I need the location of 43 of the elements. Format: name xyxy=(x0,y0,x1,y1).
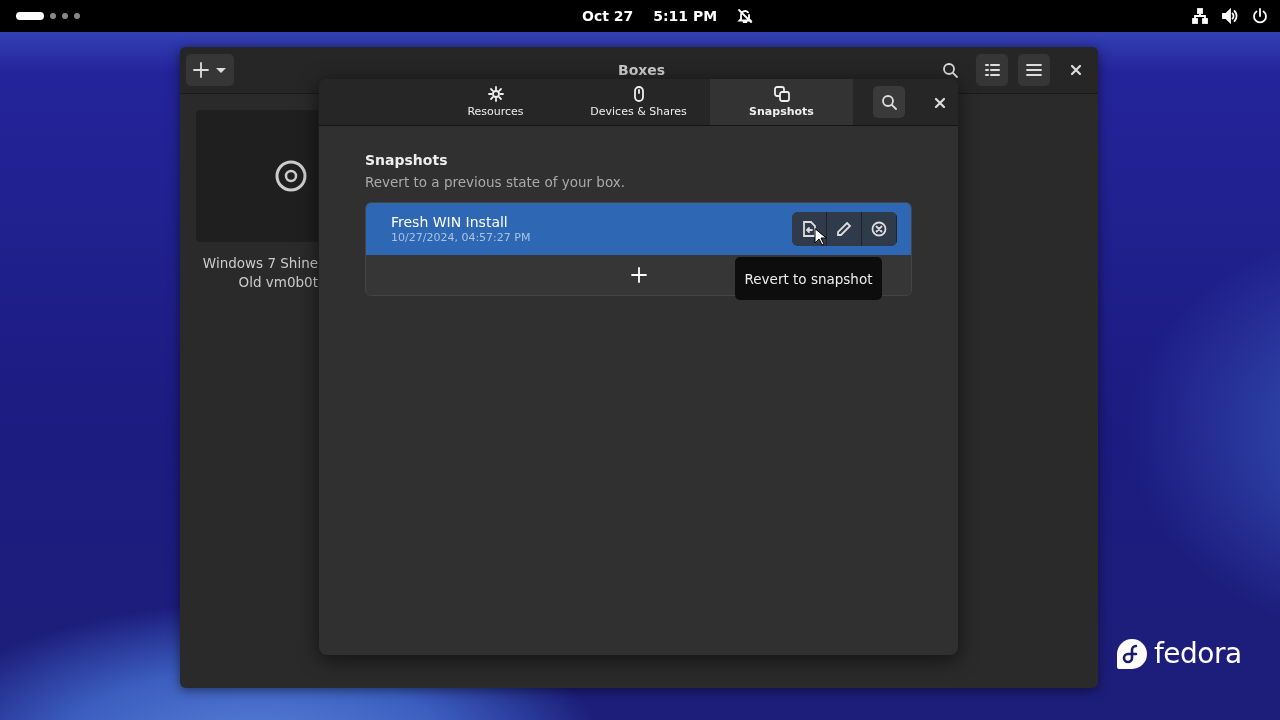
caret-icon xyxy=(215,66,227,74)
snapshot-row[interactable]: Fresh WIN Install 10/27/2024, 04:57:27 PM xyxy=(366,203,911,255)
menu-button[interactable] xyxy=(1018,54,1050,86)
window-title: Boxes xyxy=(618,62,666,78)
notifications-muted-icon xyxy=(737,8,754,24)
box-thumbnail[interactable] xyxy=(196,110,318,242)
power-icon[interactable] xyxy=(1252,8,1268,24)
network-icon[interactable] xyxy=(1192,8,1208,24)
clock-time[interactable]: 5:11 PM xyxy=(653,8,718,24)
list-icon xyxy=(984,62,1000,78)
volume-icon[interactable] xyxy=(1222,8,1238,24)
plus-icon xyxy=(193,62,209,78)
rename-button[interactable] xyxy=(827,212,862,246)
brand-wordmark: fedora xyxy=(1154,637,1242,670)
tab[interactable]: Snapshots xyxy=(710,79,853,125)
tab[interactable]: Devices & Shares xyxy=(567,79,710,125)
logo-icon xyxy=(1116,637,1148,670)
plus-icon xyxy=(630,267,647,283)
document-arrow-icon xyxy=(801,221,817,237)
snapshot-date: 10/27/2024, 04:57:27 PM xyxy=(391,231,531,244)
snapshots-icon xyxy=(773,86,790,102)
new-box-button[interactable] xyxy=(186,54,234,86)
list-view-button[interactable] xyxy=(976,54,1008,86)
close-icon xyxy=(1069,63,1083,77)
box-name: Windows 7 Shine xyxy=(201,254,318,273)
gear-icon xyxy=(487,86,504,102)
mouse-pointer-icon xyxy=(814,228,828,246)
target-icon xyxy=(275,160,307,192)
box-name: Old vm0b0t xyxy=(237,273,318,292)
section-subtitle: Revert to a previous state of your box. xyxy=(365,174,627,190)
clock-date[interactable]: Oct 27 xyxy=(582,8,634,24)
close-circle-icon xyxy=(871,221,887,237)
section-title: Snapshots xyxy=(365,152,449,168)
search-icon xyxy=(881,94,897,110)
search-icon xyxy=(942,62,958,78)
tooltip: Revert to snapshot xyxy=(735,257,882,300)
delete-button[interactable] xyxy=(862,212,897,246)
tab[interactable]: Resources xyxy=(424,79,567,125)
menu-icon xyxy=(1026,62,1042,78)
pencil-icon xyxy=(836,221,852,237)
search-button[interactable] xyxy=(873,86,905,118)
snapshot-name: Fresh WIN Install xyxy=(391,214,509,230)
close-icon xyxy=(933,96,945,108)
